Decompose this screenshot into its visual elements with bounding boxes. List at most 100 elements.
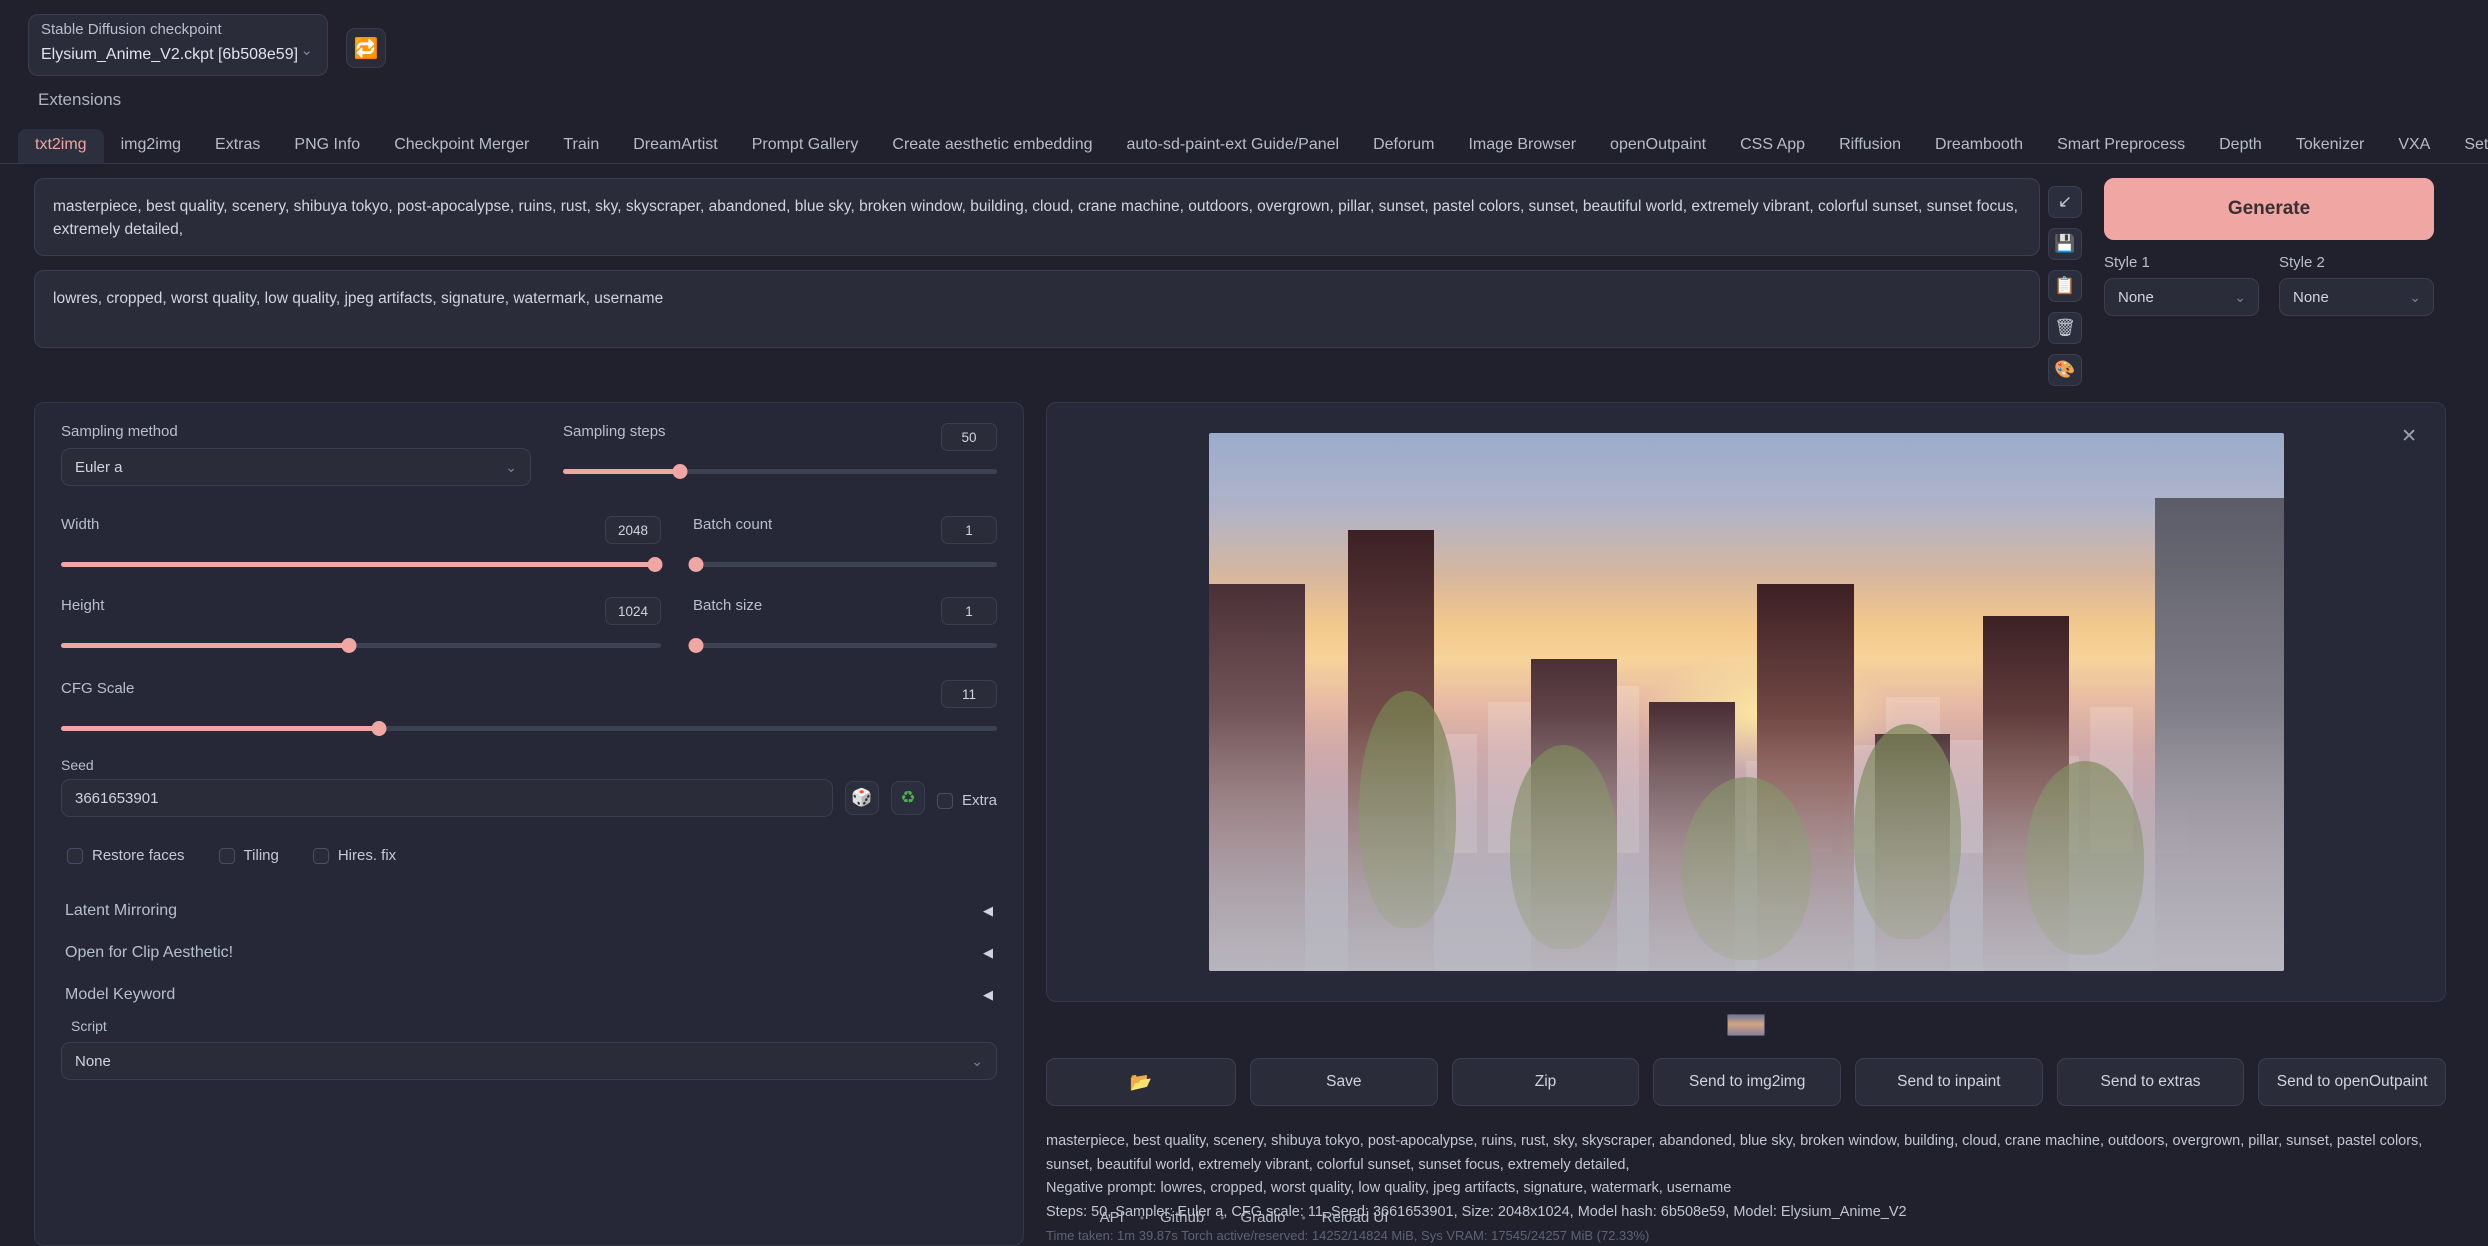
style-1-label: Style 1 [2104,254,2150,271]
main-body: Sampling method Euler a ⌄ Sampling steps… [0,386,2488,1246]
close-icon[interactable]: ✕ [2401,425,2417,448]
footer-link-github[interactable]: Github [1160,1209,1204,1226]
style-1-select[interactable]: None ⌄ [2104,278,2259,316]
main-tabbar: txt2img img2img Extras PNG Info Checkpoint M… [0,120,2488,164]
batch-count-group: Batch count 1 [688,516,997,572]
send-to-img2img-button[interactable]: Send to img2img [1653,1058,1842,1106]
restore-progress-icon[interactable]: ↙ [2048,186,2082,218]
generated-image[interactable] [1208,433,2284,971]
width-group: Width 2048 [61,516,663,572]
footer-link-api[interactable]: API [1100,1209,1124,1226]
accordion-label: Open for Clip Aesthetic! [65,944,234,961]
batch-count-value[interactable]: 1 [941,516,997,544]
apply-style-icon[interactable]: 🎨 [2048,354,2082,386]
generate-column: Generate Style 1 None ⌄ Style 2 None ⌄ [2094,178,2434,386]
thumbnail-strip [1046,1014,2446,1036]
send-to-extras-button[interactable]: Send to extras [2056,1058,2245,1106]
tab-settings[interactable]: Settings [2447,129,2488,163]
sampling-steps-slider[interactable] [563,464,997,479]
send-to-inpaint-button[interactable]: Send to inpaint [1855,1058,2043,1106]
footer-link-reload-ui[interactable]: Reload UI [1322,1209,1389,1226]
accordion-open-for-clip-aesthetic[interactable]: Open for Clip Aesthetic! ◀ [61,932,997,974]
batch-count-slider[interactable] [688,557,997,572]
width-slider[interactable] [61,557,663,572]
height-value[interactable]: 1024 [605,597,661,625]
style-2-select[interactable]: None ⌄ [2279,278,2434,316]
checkbox-hires-fix[interactable]: Hires. fix [312,847,396,864]
accordion-model-keyword[interactable]: Model Keyword ◀ [61,974,997,1016]
style-1-group: Style 1 None ⌄ [2104,254,2259,316]
accordion-latent-mirroring[interactable]: Latent Mirroring ◀ [61,890,997,932]
paste-icon[interactable]: 📋 [2048,270,2082,302]
caret-left-icon: ◀ [983,903,993,918]
random-seed-button[interactable]: 🎲 [844,781,879,815]
negative-prompt-input[interactable]: lowres, cropped, worst quality, low qual… [34,270,2040,348]
cfg-scale-value[interactable]: 11 [941,680,997,708]
save-style-icon[interactable]: 💾 [2048,228,2082,260]
tab-depth[interactable]: Depth [2202,129,2279,163]
width-value[interactable]: 2048 [605,516,661,544]
tab-tokenizer[interactable]: Tokenizer [2279,129,2381,163]
tab-openoutpaint[interactable]: openOutpaint [1593,129,1723,163]
cfg-scale-slider[interactable] [61,721,997,736]
image-gallery: ✕ [1046,402,2446,1002]
tab-dreamartist[interactable]: DreamArtist [616,129,734,163]
height-slider[interactable] [61,638,661,653]
checkpoint-select[interactable]: Stable Diffusion checkpoint Elysium_Anim… [28,14,328,76]
positive-prompt-input[interactable]: masterpiece, best quality, scenery, shib… [34,178,2040,256]
seed-input[interactable]: 3661653901 [61,779,833,817]
accordion-label: Latent Mirroring [65,902,178,919]
checkbox-icon [67,847,83,864]
tab-riffusion[interactable]: Riffusion [1822,129,1918,163]
thumbnail-item[interactable] [1727,1014,1765,1036]
tab-checkpoint-merger[interactable]: Checkpoint Merger [377,129,546,163]
tab-css-app[interactable]: CSS App [1723,129,1822,163]
prompt-zone: masterpiece, best quality, scenery, shib… [0,164,2488,386]
script-select[interactable]: None ⌄ [61,1042,997,1080]
dice-icon: 🎲 [851,788,873,807]
refresh-icon: 🔁 [353,37,379,60]
checkbox-tiling[interactable]: Tiling [218,847,279,864]
sampling-steps-label: Sampling steps [563,423,666,440]
checkbox-icon [936,792,953,809]
generation-info: masterpiece, best quality, scenery, shib… [1046,1130,2446,1246]
tab-create-aesthetic-embedding[interactable]: Create aesthetic embedding [875,129,1109,163]
checkpoint-value: Elysium_Anime_V2.ckpt [6b508e59] [41,46,299,63]
refresh-checkpoints-button[interactable]: 🔁 [346,28,386,68]
send-to-openoutpaint-button[interactable]: Send to openOutpaint [2258,1058,2447,1106]
styles-row: Style 1 None ⌄ Style 2 None ⌄ [2104,254,2434,316]
generate-button[interactable]: Generate [2104,178,2434,240]
tab-dreambooth[interactable]: Dreambooth [1918,129,2040,163]
tab-extras[interactable]: Extras [198,129,277,163]
footer-link-gradio[interactable]: Gradio [1240,1209,1285,1226]
style-1-value: None [2118,288,2154,306]
tab-smart-preprocess[interactable]: Smart Preprocess [2040,129,2202,163]
batch-size-group: Batch size 1 [688,597,997,653]
chevron-down-icon: ⌄ [300,42,313,59]
tab-image-browser[interactable]: Image Browser [1451,129,1593,163]
tab-txt2img[interactable]: txt2img [18,129,104,163]
tab-prompt-gallery[interactable]: Prompt Gallery [735,129,876,163]
tab-train[interactable]: Train [546,129,616,163]
open-folder-button[interactable]: 📂 [1046,1058,1236,1106]
tab-vxa[interactable]: VXA [2381,129,2447,163]
tab-img2img[interactable]: img2img [104,129,198,163]
checkbox-restore-faces[interactable]: Restore faces [67,847,185,864]
checkbox-label: Restore faces [92,847,185,864]
tab-deforum[interactable]: Deforum [1356,129,1451,163]
extensions-label: Extensions [38,90,122,109]
batch-size-value[interactable]: 1 [941,597,997,625]
sampling-steps-value[interactable]: 50 [941,423,997,451]
checkbox-icon [218,847,235,864]
save-button[interactable]: Save [1250,1058,1438,1106]
script-group: Script None ⌄ [61,1018,997,1080]
tab-auto-sd-paint-ext-guide-panel[interactable]: auto-sd-paint-ext Guide/Panel [1110,129,1357,163]
reuse-seed-button[interactable]: ♻ [890,781,925,815]
tab-png-info[interactable]: PNG Info [277,129,377,163]
recycle-icon: ♻ [900,788,916,807]
sampling-method-select[interactable]: Euler a ⌄ [61,448,531,486]
batch-size-slider[interactable] [688,638,997,653]
clear-prompt-icon[interactable]: 🗑 [2048,312,2082,344]
extra-seed-checkbox[interactable]: Extra [936,792,997,809]
zip-button[interactable]: Zip [1451,1058,1640,1106]
